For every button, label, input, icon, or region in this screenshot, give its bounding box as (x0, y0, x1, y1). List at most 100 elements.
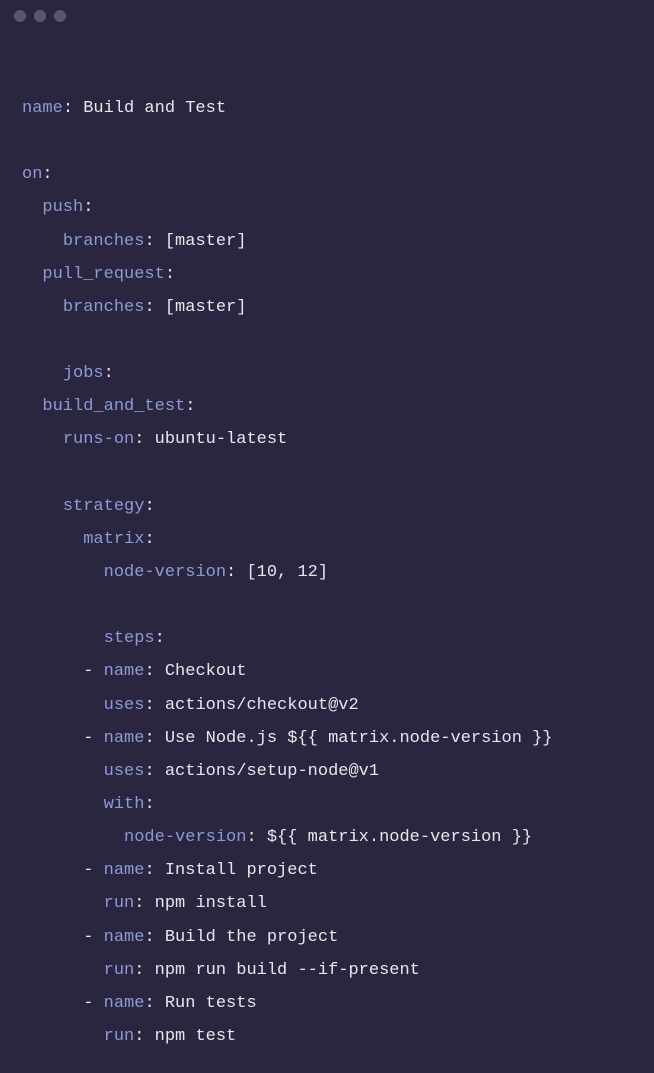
code-token: - (22, 928, 104, 947)
code-token: run (104, 1027, 135, 1046)
code-line: with: (22, 788, 634, 821)
code-token (22, 497, 63, 516)
code-token: : [master] (144, 298, 246, 317)
code-line: - name: Run tests (22, 987, 634, 1020)
code-token: : ubuntu-latest (134, 430, 287, 449)
code-token (22, 265, 42, 284)
code-token: : Run tests (144, 994, 256, 1013)
window-close-icon[interactable] (14, 10, 26, 22)
code-token: name (104, 662, 145, 681)
window-maximize-icon[interactable] (54, 10, 66, 22)
code-token: : npm test (134, 1027, 236, 1046)
code-token: name (104, 729, 145, 748)
code-line: - name: Build the project (22, 921, 634, 954)
code-token: : (144, 497, 154, 516)
code-line: on: (22, 158, 634, 191)
code-token (22, 397, 42, 416)
code-line (22, 324, 634, 357)
code-token: name (104, 928, 145, 947)
code-line: matrix: (22, 523, 634, 556)
code-token: : (185, 397, 195, 416)
code-token (22, 1027, 104, 1046)
code-line: uses: actions/checkout@v2 (22, 689, 634, 722)
code-token: steps (104, 629, 155, 648)
code-token (22, 232, 63, 251)
code-token (22, 894, 104, 913)
code-line: jobs: (22, 357, 634, 390)
code-line: - name: Install project (22, 854, 634, 887)
code-token: Build and Test (83, 99, 226, 118)
code-line: steps: (22, 622, 634, 655)
code-token (22, 530, 83, 549)
code-token: on (22, 165, 42, 184)
code-line: push: (22, 191, 634, 224)
code-token: with (104, 795, 145, 814)
code-token: node-version (124, 828, 246, 847)
code-line: strategy: (22, 490, 634, 523)
code-token: branches (63, 232, 145, 251)
code-token: run (104, 961, 135, 980)
code-token: : (83, 198, 93, 217)
code-line: uses: actions/setup-node@v1 (22, 755, 634, 788)
code-line (22, 457, 634, 490)
code-token: : actions/checkout@v2 (144, 696, 358, 715)
code-line: branches: [master] (22, 291, 634, 324)
code-token: name (22, 99, 63, 118)
code-token: runs-on (63, 430, 134, 449)
code-token: : (63, 99, 83, 118)
code-token: - (22, 729, 104, 748)
code-token: : Build the project (144, 928, 338, 947)
code-token: : (104, 364, 114, 383)
code-token (22, 563, 104, 582)
code-token (22, 364, 63, 383)
code-token: : (165, 265, 175, 284)
code-token: push (42, 198, 83, 217)
code-line: - name: Checkout (22, 655, 634, 688)
code-token (22, 961, 104, 980)
code-token: name (104, 994, 145, 1013)
code-token: - (22, 994, 104, 1013)
code-token: : (42, 165, 52, 184)
code-line: node-version: ${{ matrix.node-version }} (22, 821, 634, 854)
code-token: : Install project (144, 861, 317, 880)
code-token: - (22, 861, 104, 880)
code-token (22, 430, 63, 449)
code-token: strategy (63, 497, 145, 516)
code-line: name: Build and Test (22, 92, 634, 125)
code-line: run: npm run build --if-present (22, 954, 634, 987)
code-line (22, 589, 634, 622)
code-token: : (144, 530, 154, 549)
code-token: : ${{ matrix.node-version }} (246, 828, 532, 847)
code-line: run: npm test (22, 1020, 634, 1053)
code-token: : npm run build --if-present (134, 961, 420, 980)
code-editor[interactable]: name: Build and Test on: push: branches:… (0, 32, 654, 1073)
code-line: - name: Use Node.js ${{ matrix.node-vers… (22, 722, 634, 755)
code-token: build_and_test (42, 397, 185, 416)
code-line: build_and_test: (22, 390, 634, 423)
code-token (22, 629, 104, 648)
code-token: matrix (83, 530, 144, 549)
code-token: : npm install (134, 894, 267, 913)
code-token (22, 828, 124, 847)
code-token: - (22, 662, 104, 681)
code-token (22, 198, 42, 217)
editor-window: name: Build and Test on: push: branches:… (0, 0, 654, 1024)
code-token (22, 298, 63, 317)
code-token: branches (63, 298, 145, 317)
code-token (22, 762, 104, 781)
code-token: run (104, 894, 135, 913)
code-line (22, 125, 634, 158)
code-token: : Checkout (144, 662, 246, 681)
code-token: : (155, 629, 165, 648)
code-token (22, 795, 104, 814)
code-token: node-version (104, 563, 226, 582)
code-line: branches: [master] (22, 225, 634, 258)
code-token: uses (104, 696, 145, 715)
code-line: run: npm install (22, 887, 634, 920)
code-token: : [10, 12] (226, 563, 328, 582)
code-token: : Use Node.js ${{ matrix.node-version }} (144, 729, 552, 748)
window-minimize-icon[interactable] (34, 10, 46, 22)
code-token: : [master] (144, 232, 246, 251)
code-token: pull_request (42, 265, 164, 284)
code-line: runs-on: ubuntu-latest (22, 423, 634, 456)
